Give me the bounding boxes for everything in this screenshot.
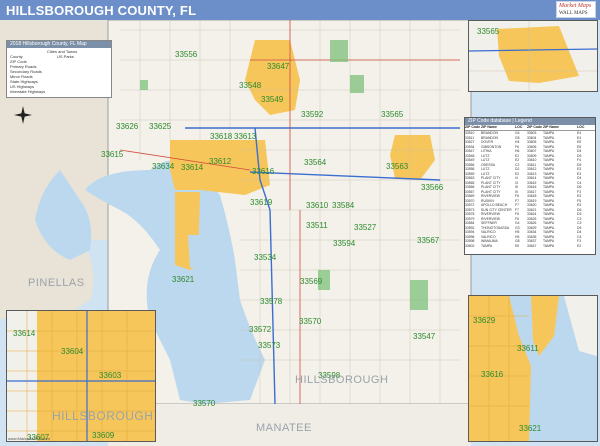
legend-item: Interstate Highways	[10, 89, 46, 94]
legend-title: 2018 Hillsborough County, FL Map	[7, 41, 111, 48]
zip-label: 33604	[61, 347, 84, 356]
zip-label: 33621	[172, 275, 195, 284]
zip-label: 33611	[517, 344, 539, 353]
inset-south-tampa[interactable]: 33629 33611 33616 33621	[468, 295, 598, 442]
zip-label: 33614	[181, 163, 204, 172]
county-map[interactable]: 2018 Hillsborough County, FL Map Cities …	[0, 20, 600, 446]
map-legend: 2018 Hillsborough County, FL Map Cities …	[6, 40, 112, 98]
zip-label: 33563	[386, 162, 409, 171]
zipdb-cell: TAMPA	[481, 243, 493, 248]
zip-label: 33578	[260, 297, 283, 306]
zip-label: 33613	[234, 132, 257, 141]
zip-label: 33572	[249, 325, 272, 334]
zipdb-title: ZIP Code database | Legend	[465, 118, 595, 125]
zip-label: 33527	[354, 223, 377, 232]
zip-label: 33614	[13, 329, 36, 338]
zip-label: 33567	[417, 236, 440, 245]
zip-label: 33618	[210, 132, 233, 141]
zipdb-cell: 33647	[527, 243, 537, 248]
zip-label: 33570	[299, 317, 322, 326]
zip-label: 33564	[304, 158, 327, 167]
zipdb-row: 33602 TAMPA E5 33647 TAMPA E2	[465, 244, 595, 249]
legend-item: US Parks	[57, 54, 74, 59]
zip-label: 33569	[300, 277, 323, 286]
inset-plant-city[interactable]: 33565	[468, 20, 598, 92]
map-header: HILLSBOROUGH COUNTY, FL Market Maps WALL…	[0, 0, 600, 20]
zip-label: 33556	[175, 50, 198, 59]
zip-label: 33548	[239, 81, 262, 90]
county-label: PINELLAS	[28, 277, 85, 289]
zip-label: 33584	[332, 201, 355, 210]
zip-label: 33616	[481, 370, 504, 379]
zipdb-cell: E5	[515, 243, 520, 248]
brand-logo: Market Maps WALL MAPS	[556, 1, 596, 18]
zipdb-cell: E2	[577, 243, 582, 248]
zip-label: 33626	[116, 122, 139, 131]
zip-label: 33573	[258, 341, 281, 350]
zip-label: 33603	[99, 371, 122, 380]
zip-label: 33625	[149, 122, 172, 131]
county-label: HILLSBOROUGH	[52, 409, 154, 423]
zip-label: 33629	[473, 316, 496, 325]
zipdb-cell: 33602	[465, 243, 475, 248]
zip-label: 33511	[306, 221, 328, 230]
zip-label: 33570	[193, 399, 216, 408]
zipdb-rows: 33510 BRANDON G4 33603 TAMPA E4 33511 BRANDON G5…	[465, 131, 595, 248]
zip-label: 33565	[381, 110, 404, 119]
zip-label: 33549	[261, 95, 284, 104]
zip-label: 33609	[92, 431, 115, 440]
compass-rose-icon	[14, 106, 32, 124]
zip-label: 33592	[301, 110, 324, 119]
zipdb-cell: TAMPA	[543, 243, 555, 248]
zip-label: 33616	[252, 167, 275, 176]
zip-label: 33619	[250, 198, 273, 207]
zip-label: 33647	[267, 62, 290, 71]
county-label: MANATEE	[256, 422, 312, 434]
zip-label: 33534	[254, 253, 277, 262]
zip-label: 33565	[477, 27, 500, 36]
zip-label: 33547	[413, 332, 436, 341]
zip-label: 33610	[306, 201, 329, 210]
zip-label: 33621	[519, 424, 542, 433]
footer-credit: www.MarketMAPS.com	[8, 436, 50, 441]
zip-label: 33594	[333, 239, 356, 248]
zip-label: 33566	[421, 183, 444, 192]
zip-label: 33615	[101, 150, 124, 159]
inset-tampa[interactable]: 33614 33604 33603 33607 33609 HILLSBOROU…	[6, 310, 156, 442]
zip-label: 33612	[209, 157, 232, 166]
zip-label: 33634	[152, 162, 175, 171]
map-title: HILLSBOROUGH COUNTY, FL	[6, 3, 197, 18]
zip-code-database: ZIP Code database | Legend ZIP Code ZIP N…	[464, 117, 596, 255]
county-label: HILLSBOROUGH	[295, 374, 389, 386]
